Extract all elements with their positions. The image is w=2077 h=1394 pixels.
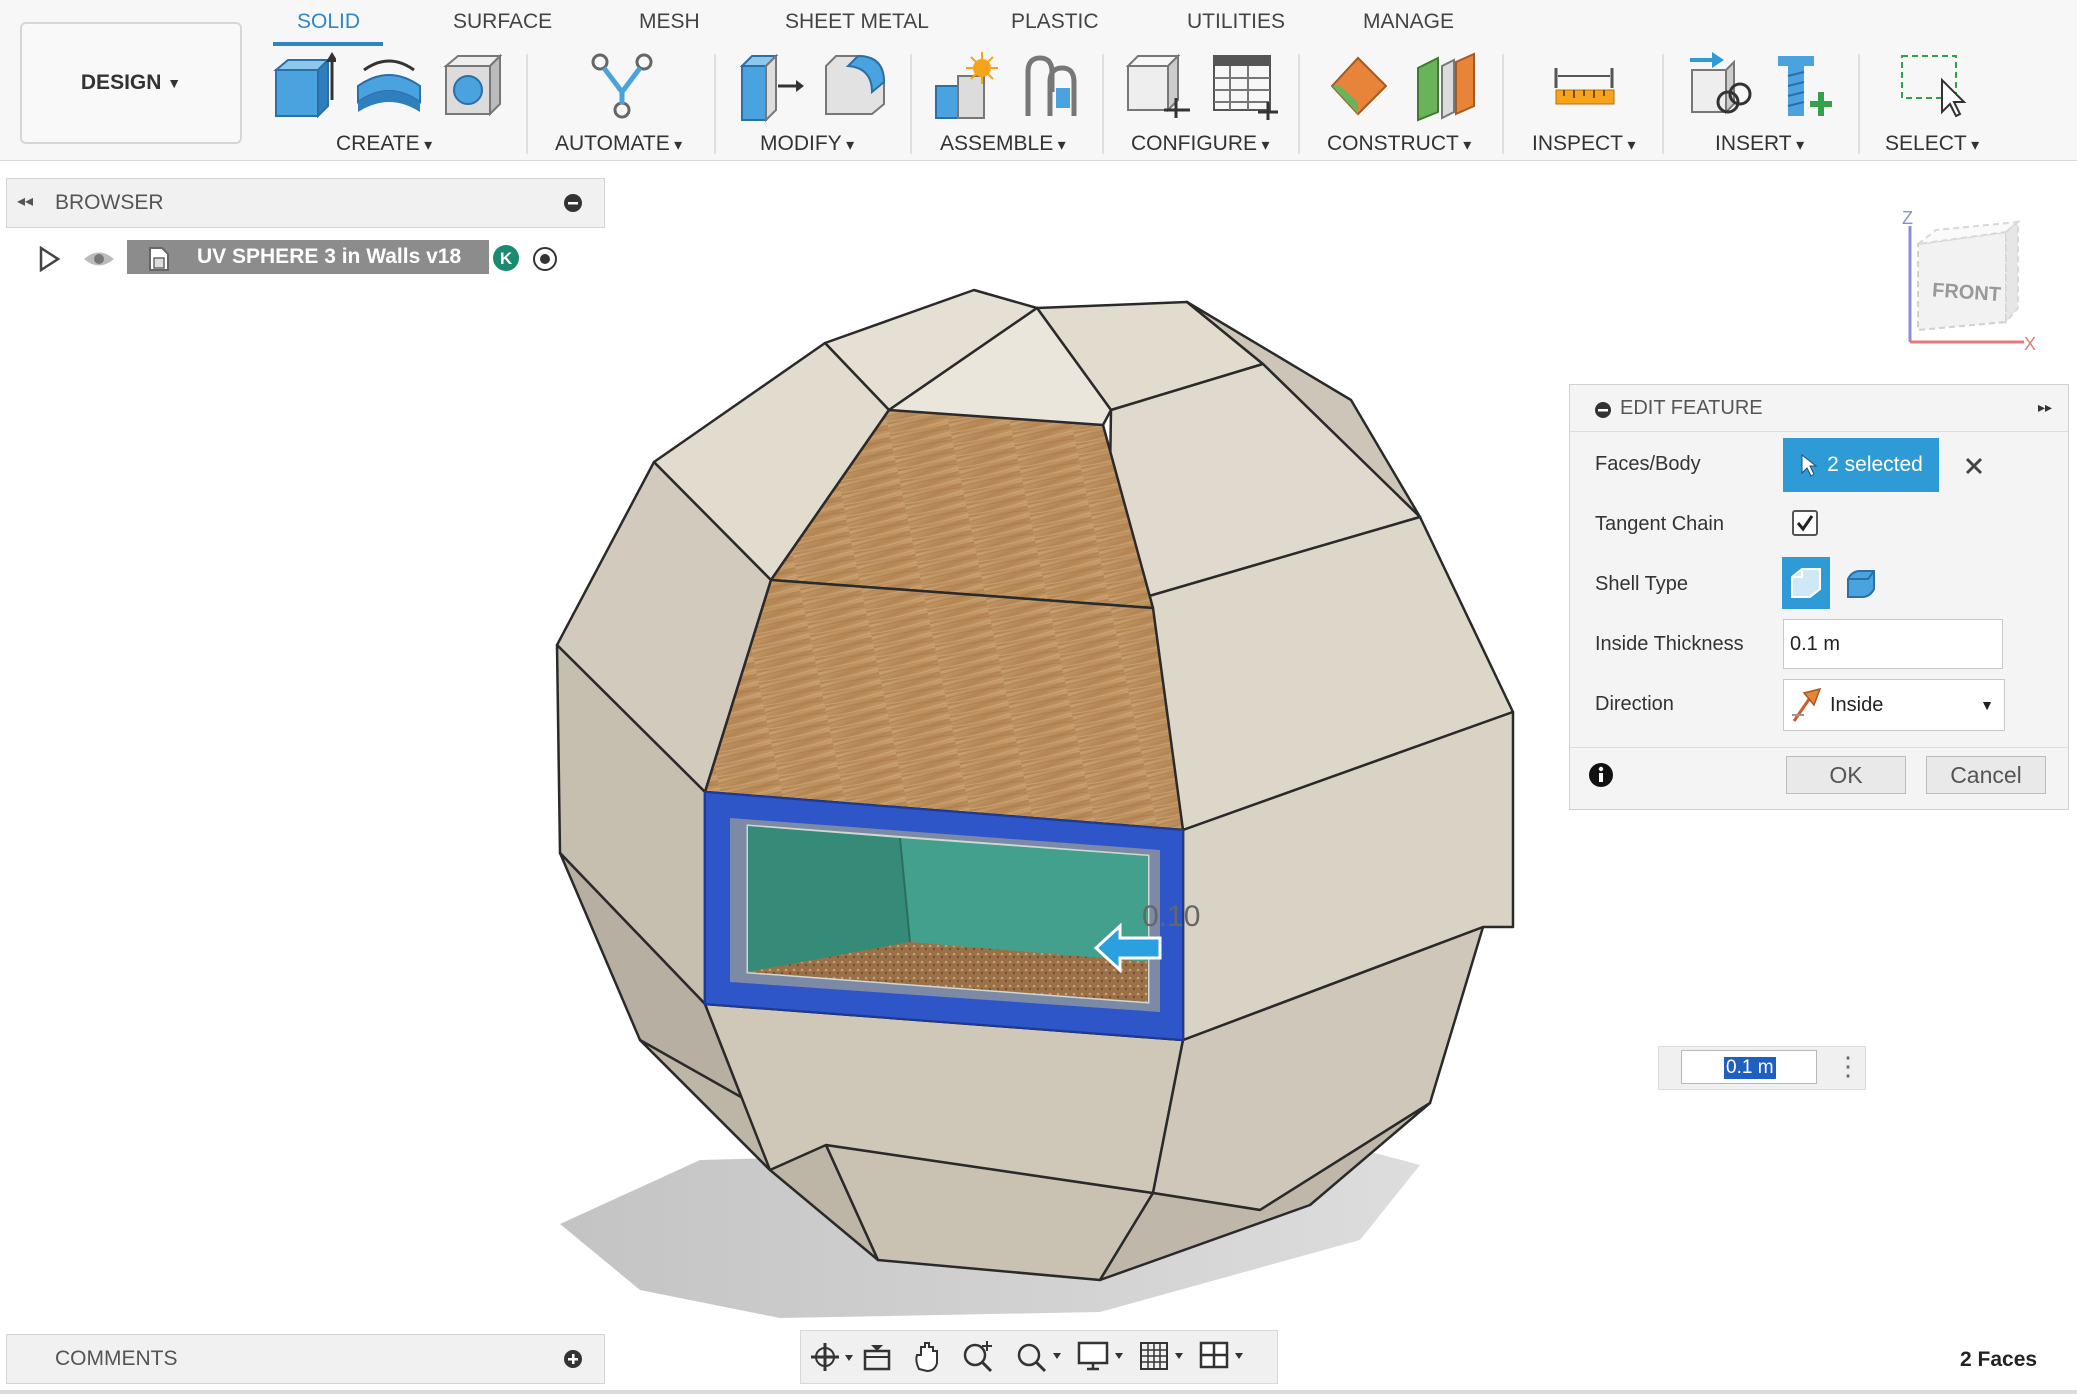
toolbar-separator (1102, 54, 1104, 154)
cursor-arrow-icon (1801, 453, 1818, 477)
measure-icon[interactable] (1552, 64, 1618, 108)
tangent-chain-label: Tangent Chain (1595, 513, 1724, 535)
configuration-table-icon[interactable] (1210, 52, 1280, 120)
info-icon[interactable] (1588, 762, 1614, 788)
tab-plastic[interactable]: PLASTIC (1011, 10, 1099, 34)
tangent-chain-checkbox[interactable] (1792, 510, 1818, 536)
sphere-model[interactable] (555, 288, 1515, 1282)
comments-add-icon[interactable] (563, 1349, 583, 1369)
fillet-icon[interactable] (822, 52, 888, 118)
axis-z-label: Z (1902, 208, 1913, 228)
direction-inside-icon (1792, 687, 1822, 722)
collapse-dialog-icon[interactable] (1594, 401, 1612, 419)
grid-settings-icon[interactable] (1139, 1339, 1191, 1373)
viewports-icon[interactable] (1199, 1339, 1251, 1373)
revolve-icon[interactable] (354, 52, 424, 118)
faces-selection-button[interactable]: 2 selected (1783, 438, 1939, 492)
more-options-icon[interactable]: ⋮ (1835, 1051, 1861, 1081)
inside-thickness-input[interactable]: 0.1 m (1783, 619, 2003, 669)
ok-button[interactable]: OK (1786, 756, 1906, 794)
press-pull-icon[interactable] (738, 52, 804, 122)
shell-type-sharp-icon[interactable] (1782, 557, 1830, 609)
tab-mesh[interactable]: MESH (639, 10, 700, 34)
toolbar-separator (1662, 54, 1664, 154)
toolbar: DESIGN ▼ SOLID SURFACE MESH SHEET METAL … (0, 0, 2077, 161)
clear-selection-icon[interactable] (1963, 455, 1985, 477)
inspect-menu[interactable]: INSPECT (1532, 132, 1636, 156)
automate-menu[interactable]: AUTOMATE (555, 132, 682, 156)
expand-dialog-icon[interactable]: ▸▸ (2038, 399, 2052, 416)
select-menu[interactable]: SELECT (1885, 132, 1979, 156)
orbit-icon[interactable] (809, 1341, 855, 1373)
floating-input-field[interactable]: 0.1 m (1681, 1050, 1817, 1084)
comments-panel-header: COMMENTS (6, 1334, 605, 1384)
insert-menu[interactable]: INSERT (1715, 132, 1804, 156)
toolbar-separator (526, 54, 528, 154)
floating-thickness-input[interactable]: 0.1 m ⋮ (1658, 1046, 1866, 1090)
window-select-icon[interactable] (1898, 52, 1970, 120)
active-tab-indicator (273, 42, 383, 46)
tab-solid[interactable]: SOLID (297, 10, 360, 34)
cancel-button[interactable]: Cancel (1926, 756, 2046, 794)
look-at-icon[interactable] (861, 1341, 893, 1373)
view-cube[interactable]: FRONT Z X (1896, 204, 2046, 354)
navigation-bar (800, 1330, 1278, 1384)
create-menu[interactable]: CREATE (336, 132, 432, 156)
tab-surface[interactable]: SURFACE (453, 10, 552, 34)
thickness-dimension-label: 0.10 (1142, 900, 1200, 933)
offset-plane-icon[interactable] (1326, 52, 1392, 118)
shell-type-rounded-icon[interactable] (1842, 563, 1882, 603)
selection-status: 2 Faces (1960, 1348, 2038, 1371)
dropdown-arrow-icon: ▼ (1980, 697, 1994, 713)
faces-body-label: Faces/Body (1595, 453, 1701, 475)
configure-menu[interactable]: CONFIGURE (1131, 132, 1269, 156)
toolbar-separator (1502, 54, 1504, 154)
configure-component-icon[interactable] (1124, 52, 1192, 120)
toolbar-separator (714, 54, 716, 154)
axis-x-label: X (2024, 334, 2036, 354)
automate-icon[interactable] (588, 52, 658, 122)
insert-derive-icon[interactable] (1686, 52, 1752, 120)
construct-menu[interactable]: CONSTRUCT (1327, 132, 1471, 156)
modify-menu[interactable]: MODIFY (760, 132, 854, 156)
window-bottom-border (0, 1390, 2077, 1394)
design-workspace-button[interactable]: DESIGN ▼ (20, 22, 242, 144)
toolbar-separator (910, 54, 912, 154)
extrude-icon[interactable] (270, 50, 336, 122)
hole-icon[interactable] (440, 52, 506, 118)
floating-input-value[interactable]: 0.1 m (1724, 1057, 1776, 1079)
new-component-icon[interactable] (932, 52, 1000, 122)
selected-opening[interactable] (704, 790, 1184, 1042)
comments-title: COMMENTS (55, 1347, 178, 1370)
insert-mcmaster-icon[interactable] (1774, 52, 1834, 120)
inside-thickness-label: Inside Thickness (1595, 633, 1744, 655)
midplane-icon[interactable] (1414, 52, 1478, 122)
joint-icon[interactable] (1020, 52, 1084, 118)
toolbar-separator (1298, 54, 1300, 154)
tab-manage[interactable]: MANAGE (1363, 10, 1454, 34)
tab-sheet-metal[interactable]: SHEET METAL (785, 10, 929, 34)
shell-type-label: Shell Type (1595, 573, 1689, 595)
pan-hand-icon[interactable] (911, 1339, 945, 1373)
assemble-menu[interactable]: ASSEMBLE (940, 132, 1066, 156)
zoom-icon[interactable] (961, 1339, 997, 1373)
fit-window-icon[interactable] (1015, 1339, 1067, 1373)
dialog-title: EDIT FEATURE (1620, 397, 1763, 419)
toolbar-separator (1858, 54, 1860, 154)
display-settings-icon[interactable] (1077, 1339, 1129, 1373)
dialog-header: EDIT FEATURE ▸▸ (1570, 385, 2068, 432)
tab-utilities[interactable]: UTILITIES (1187, 10, 1285, 34)
edit-feature-dialog: EDIT FEATURE ▸▸ Faces/Body 2 selected Ta… (1569, 384, 2069, 810)
direction-label: Direction (1595, 693, 1674, 715)
dialog-divider (1570, 747, 2068, 748)
